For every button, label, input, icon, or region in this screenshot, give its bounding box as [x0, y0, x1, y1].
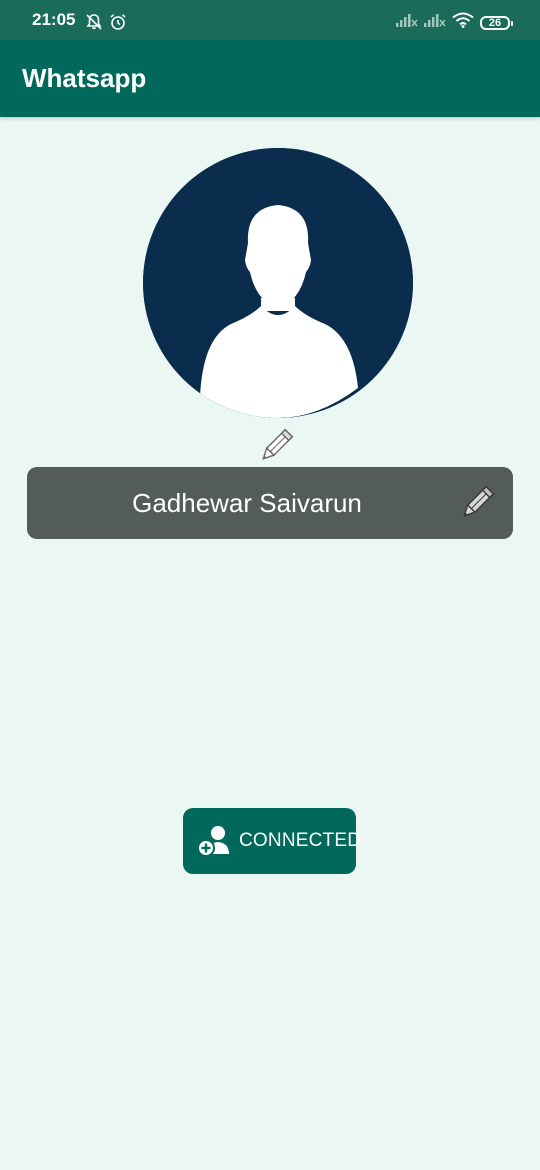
- pencil-icon: [463, 485, 495, 517]
- person-silhouette-icon: [143, 148, 413, 418]
- pencil-icon: [262, 428, 294, 460]
- app-title: Whatsapp: [22, 63, 147, 93]
- status-time: 21:05: [32, 10, 76, 29]
- status-bar: 21:05 26: [0, 0, 540, 40]
- wifi-icon: [452, 12, 474, 33]
- battery-icon: 26: [480, 15, 513, 30]
- mute-notification-icon: [85, 13, 103, 36]
- signal-icon: [424, 13, 446, 32]
- edit-name-button[interactable]: [457, 483, 497, 523]
- status-right-icons: 26: [396, 12, 513, 33]
- signal-icon: [396, 13, 418, 32]
- status-left-icons: [85, 13, 127, 36]
- profile-name: Gadhewar Saivarun: [132, 488, 362, 518]
- edit-photo-button[interactable]: [256, 426, 296, 466]
- app-bar: Whatsapp: [0, 40, 540, 117]
- profile-avatar[interactable]: [143, 148, 413, 418]
- connected-button-label: CONNECTED: [239, 830, 362, 851]
- alarm-icon: [109, 13, 127, 36]
- profile-name-bar: Gadhewar Saivarun: [27, 467, 513, 539]
- add-contact-icon: [197, 826, 229, 857]
- connected-button[interactable]: CONNECTED: [183, 808, 361, 874]
